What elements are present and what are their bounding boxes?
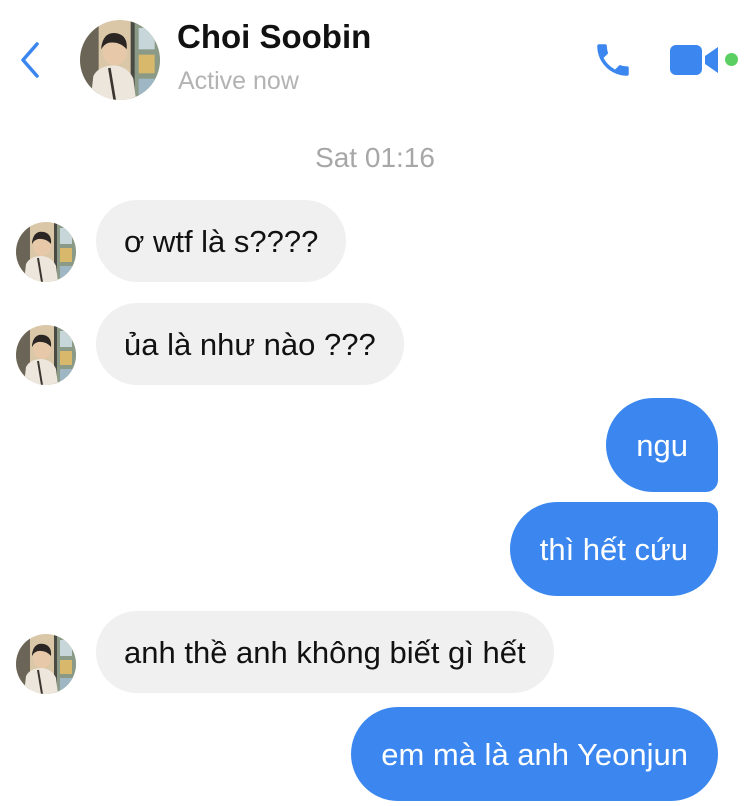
contact-avatar[interactable] bbox=[80, 20, 160, 100]
phone-icon bbox=[597, 44, 629, 76]
contact-name[interactable]: Choi Soobin bbox=[177, 18, 371, 56]
back-button[interactable] bbox=[12, 38, 48, 82]
outgoing-message[interactable]: thì hết cứu bbox=[509, 502, 718, 596]
call-button[interactable] bbox=[590, 38, 636, 82]
sender-avatar[interactable] bbox=[16, 222, 76, 282]
message-timestamp: Sat 01:16 bbox=[315, 142, 435, 173]
online-indicator bbox=[725, 53, 738, 66]
incoming-message[interactable]: ủa là như nào ??? bbox=[96, 303, 404, 385]
sender-avatar[interactable] bbox=[16, 634, 76, 694]
incoming-message[interactable]: ơ wtf là s???? bbox=[96, 200, 347, 282]
video-call-button[interactable] bbox=[668, 40, 722, 80]
active-status: Active now bbox=[178, 67, 299, 95]
video-camera-icon bbox=[670, 45, 718, 75]
incoming-message[interactable]: anh thề anh không biết gì hết bbox=[96, 611, 554, 693]
outgoing-message[interactable]: em mà là anh Yeonjun bbox=[351, 707, 718, 801]
chat-header: Choi Soobin Active now bbox=[0, 0, 750, 118]
outgoing-message[interactable]: ngu bbox=[606, 398, 718, 492]
chevron-left-icon bbox=[21, 42, 39, 78]
sender-avatar[interactable] bbox=[16, 325, 76, 385]
